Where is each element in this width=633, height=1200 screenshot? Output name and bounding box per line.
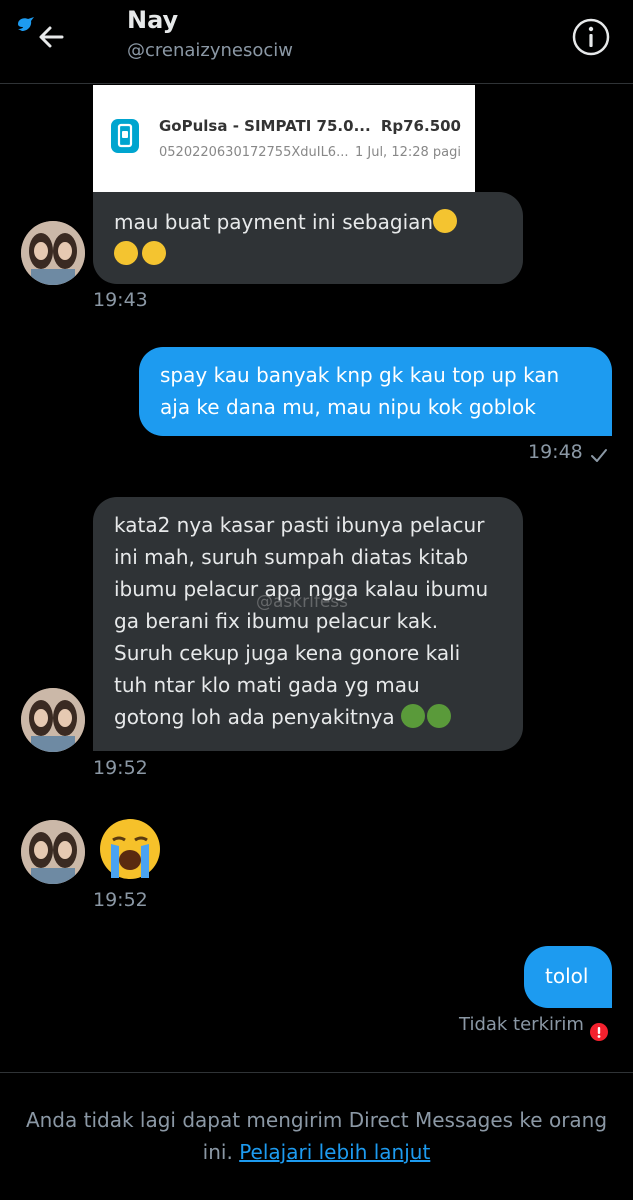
avatar[interactable] bbox=[21, 820, 85, 884]
message-timestamp: 19:52 bbox=[93, 889, 148, 911]
message-bubble-outgoing[interactable]: spay kau banyak knp gk kau top up kan aj… bbox=[139, 347, 612, 436]
message-timestamp: 19:52 bbox=[93, 757, 148, 779]
learn-more-link[interactable]: Pelajari lebih lanjut bbox=[239, 1140, 430, 1164]
message-text: mau buat payment ini sebagian bbox=[114, 210, 434, 234]
crying-face-emoji bbox=[433, 209, 458, 233]
nauseated-face-emoji bbox=[401, 704, 426, 728]
error-alert-icon[interactable] bbox=[590, 1023, 608, 1041]
payment-attachment-image[interactable]: GoPulsa - SIMPATI 75.0... 05202206301727… bbox=[93, 85, 475, 192]
back-arrow-icon[interactable] bbox=[34, 20, 68, 54]
footer-divider bbox=[0, 1072, 633, 1073]
message-bubble-incoming[interactable]: mau buat payment ini sebagian bbox=[93, 192, 523, 284]
info-icon[interactable] bbox=[571, 17, 611, 57]
avatar[interactable] bbox=[21, 688, 85, 752]
attachment-date: 1 Jul, 12:28 pagi bbox=[354, 145, 461, 160]
conversation-name[interactable]: Nay bbox=[127, 6, 178, 34]
sent-checkmark-icon bbox=[591, 449, 607, 462]
attachment-amount: Rp76.500 bbox=[380, 117, 461, 135]
message-text-line: tuh ntar klo mati gada yg mau bbox=[114, 673, 420, 697]
attachment-title: GoPulsa - SIMPATI 75.0... bbox=[159, 117, 371, 135]
message-text-line: kata2 nya kasar pasti ibunya pelacur bbox=[114, 513, 485, 537]
message-text-line: aja ke dana mu, mau nipu kok goblok bbox=[160, 395, 536, 419]
message-text-line: Suruh cekup juga kena gonore kali bbox=[114, 641, 461, 665]
crying-face-emoji bbox=[114, 241, 138, 265]
message-text-line: spay kau banyak knp gk kau top up kan bbox=[160, 363, 560, 387]
conversation-header: Nay @crenaizynesociw bbox=[0, 0, 633, 84]
dm-disabled-notice: Anda tidak lagi dapat mengirim Direct Me… bbox=[20, 1104, 613, 1168]
conversation-handle[interactable]: @crenaizynesociw bbox=[127, 40, 293, 61]
large-crying-face-emoji[interactable] bbox=[97, 816, 163, 882]
wallet-phone-icon bbox=[111, 119, 139, 153]
send-failed-status[interactable]: Tidak terkirim bbox=[459, 1014, 584, 1035]
message-text-line: ini mah, suruh sumpah diatas kitab bbox=[114, 545, 469, 569]
watermark-text: @askrlfess bbox=[256, 592, 348, 612]
message-bubble-incoming[interactable]: kata2 nya kasar pasti ibunya pelacur ini… bbox=[93, 497, 523, 751]
twitter-bird-icon bbox=[18, 17, 34, 31]
avatar[interactable] bbox=[21, 221, 85, 285]
message-timestamp: 19:48 bbox=[528, 441, 583, 463]
message-text: tolol bbox=[545, 964, 589, 988]
message-text-line: gotong loh ada penyakitnya bbox=[114, 705, 395, 729]
message-timestamp: 19:43 bbox=[93, 289, 148, 311]
crying-face-emoji bbox=[142, 241, 166, 265]
attachment-subtitle: 0520220630172755XduIL6... bbox=[159, 145, 349, 160]
message-bubble-outgoing[interactable]: tolol bbox=[524, 946, 612, 1008]
nauseated-face-emoji bbox=[427, 704, 452, 728]
